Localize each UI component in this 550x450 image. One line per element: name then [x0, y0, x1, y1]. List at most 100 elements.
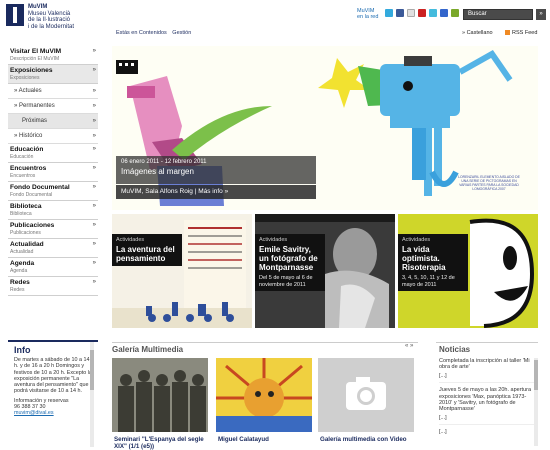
sidebar-item-educacion[interactable]: Educación Educación » — [8, 144, 98, 163]
sidebar-item-biblioteca[interactable]: Biblioteca Biblioteca » — [8, 201, 98, 220]
info-scrollbar[interactable] — [90, 342, 94, 447]
rss-link[interactable]: RSS Feed — [505, 30, 537, 36]
twitter-icon[interactable] — [385, 9, 393, 17]
rss-icon — [505, 30, 510, 36]
facebook-icon[interactable] — [396, 9, 404, 17]
chevron-right-icon: » — [92, 103, 96, 109]
search-button[interactable]: » — [536, 9, 546, 20]
hero-title[interactable]: Imágenes al margen — [121, 167, 311, 176]
card-title[interactable]: La vida optimista. Risoterapia — [402, 245, 464, 272]
language-link[interactable]: » Castellano — [462, 30, 493, 36]
news-item[interactable]: Jueves 5 de mayo a las 20h. apertura exp… — [439, 387, 538, 426]
sidebar-item-publicaciones[interactable]: Publicaciones Publicaciones » — [8, 220, 98, 239]
muvim-logo-icon[interactable] — [6, 4, 24, 26]
chevron-right-icon: » — [92, 279, 96, 285]
news-title: Noticias — [439, 345, 471, 354]
gallery-thumb-seminari[interactable] — [112, 358, 208, 432]
activity-card-savitry[interactable]: Actividades Emile Savitry, un fotógrafo … — [255, 214, 395, 328]
card-date: Del 5 de mayo al 6 de noviembre de 2011 — [259, 275, 313, 288]
delicious-icon[interactable] — [440, 9, 448, 17]
sidebar-subitem-permanentes[interactable]: » Permanentes » — [8, 99, 98, 114]
sidebar-item-sublabel: Fondo Documental — [10, 192, 53, 198]
gallery-caption-seminari[interactable]: Seminari "L'Espanya del segle XIX" (1/1 … — [114, 436, 214, 450]
sidebar-subitem-label: » Histórico — [14, 133, 43, 139]
gallery-title: Galería Multimedia — [112, 342, 418, 354]
logo-subtitle-3: i de la Modernitat — [28, 23, 75, 30]
netvibes-icon[interactable] — [451, 9, 459, 17]
breadcrumb-label: Estás en Contenidos — [116, 30, 167, 36]
sidebar-item-fondo-documental[interactable]: Fondo Documental Fondo Documental » — [8, 182, 98, 201]
sidebar-item-sublabel: Educación — [10, 154, 34, 160]
card-tag: Actividades — [402, 237, 431, 243]
sidebar-item-redes[interactable]: Redes Redes » — [8, 277, 98, 296]
card-caption: Actividades Emile Savitry, un fotógrafo … — [255, 234, 325, 291]
card-tag: Actividades — [116, 237, 145, 243]
info-email-link[interactable]: muvim@dival.es — [14, 410, 98, 416]
card-title[interactable]: La aventura del pensamiento — [116, 245, 178, 263]
sidebar-item-label: Educación — [10, 146, 44, 153]
thumb-image — [216, 358, 312, 432]
sidebar-item-sublabel: Descripción El MuVIM — [10, 56, 60, 62]
sidebar-item-sublabel: Exposiciones — [10, 75, 40, 81]
activity-card-risoterapia[interactable]: Actividades La vida optimista. Risoterap… — [398, 214, 538, 328]
card-title[interactable]: Emile Savitry, un fotógrafo de Montparna… — [259, 245, 321, 272]
breadcrumb: Estás en Contenidos Gestión — [116, 30, 195, 36]
sidebar-item-label: Redes — [10, 279, 30, 286]
news-more-link[interactable]: [...] — [439, 373, 538, 379]
sidebar-subitem-historico[interactable]: » Histórico » — [8, 129, 98, 144]
activity-card-aventura[interactable]: Actividades La aventura del pensamiento — [112, 214, 252, 328]
sidebar-subitem-proximas[interactable]: Próximas » — [8, 114, 98, 129]
sidebar-item-label: Encuentros — [10, 165, 47, 172]
sidebar-item-sublabel: Actualidad — [10, 249, 34, 255]
sidebar-item-label: Biblioteca — [10, 203, 42, 210]
hero-more-info-link[interactable]: MuVIM, Sala Alfons Roig | Más info » — [116, 185, 316, 199]
youtube-icon[interactable] — [418, 9, 426, 17]
hero-credit: LORENZARIL ELEMENTO AISLADO DE UNA SERIE… — [458, 175, 520, 191]
news-more-link[interactable]: [...] — [439, 429, 538, 435]
chevron-right-icon: » — [92, 48, 96, 54]
card-caption: Actividades La vida optimista. Risoterap… — [398, 234, 468, 291]
rss-label: RSS Feed — [512, 30, 538, 36]
sidebar-item-sublabel: Biblioteca — [10, 211, 32, 217]
sidebar-item-agenda[interactable]: Agenda Agenda » — [8, 258, 98, 277]
gallery-caption-video[interactable]: Galería multimedia con Video — [320, 436, 420, 443]
chevron-right-icon: » — [92, 241, 96, 247]
card-tag: Actividades — [259, 237, 288, 243]
news-more-link[interactable]: [...] — [439, 415, 538, 421]
gallery-pager-arrows[interactable]: « » — [405, 343, 413, 349]
thumb-image — [112, 358, 208, 432]
sidebar-item-sublabel: Publicaciones — [10, 230, 41, 236]
sidebar-item-label: Agenda — [10, 260, 35, 267]
chevron-right-icon: » — [92, 88, 96, 94]
news-item[interactable]: [...] — [439, 429, 538, 438]
sidebar-subitem-actuales[interactable]: » Actuales » — [8, 84, 98, 99]
info-hours: De martes a sábado de 10 a 14 h. y de 16… — [14, 357, 92, 395]
news-item[interactable]: Completada la inscripción al taller 'Mi … — [439, 358, 538, 384]
sidebar-item-label: Fondo Documental — [10, 184, 70, 191]
news-scrollbar[interactable] — [534, 358, 538, 446]
chevron-right-icon: » — [92, 67, 96, 73]
gallery-caption-calatayud[interactable]: Miguel Calatayud — [218, 436, 314, 443]
gallery-thumb-calatayud[interactable] — [216, 358, 312, 432]
sidebar-item-exposiciones[interactable]: Exposiciones Exposiciones » — [8, 65, 98, 84]
chevron-right-icon: » — [92, 146, 96, 152]
gallery-thumb-video[interactable] — [318, 358, 414, 432]
breadcrumb-item-gestion[interactable]: Gestión — [172, 30, 191, 36]
sidebar-item-sublabel: Redes — [10, 287, 25, 293]
chevron-right-icon: » — [92, 203, 96, 209]
news-text: Jueves 5 de mayo a las 20h. apertura exp… — [439, 387, 532, 413]
sidebar-item-label: Actualidad — [10, 241, 44, 248]
card-date: 3, 4, 5, 10, 11 y 12 de mayo de 2011 — [402, 275, 455, 288]
sidebar-item-label: Publicaciones — [10, 222, 55, 229]
flickr-icon[interactable] — [407, 9, 415, 17]
logo-text[interactable]: MuVIM Museu Valencià de la Il·lustració … — [28, 4, 74, 30]
sidebar-item-visitar[interactable]: Visitar El MuVIM Descripción El MuVIM » — [8, 46, 98, 65]
sidebar-item-encuentros[interactable]: Encuentros Encuentros » — [8, 163, 98, 182]
sidebar-item-label: Visitar El MuVIM — [10, 48, 62, 55]
sidebar-item-sublabel: Encuentros — [10, 173, 36, 179]
vimeo-icon[interactable] — [429, 9, 437, 17]
chevron-right-icon: » — [92, 222, 96, 228]
search-input[interactable]: Buscar — [463, 9, 533, 20]
info-contact: Información y reservas 96 388 37 30 muvi… — [14, 398, 98, 417]
sidebar-item-actualidad[interactable]: Actualidad Actualidad » — [8, 239, 98, 258]
